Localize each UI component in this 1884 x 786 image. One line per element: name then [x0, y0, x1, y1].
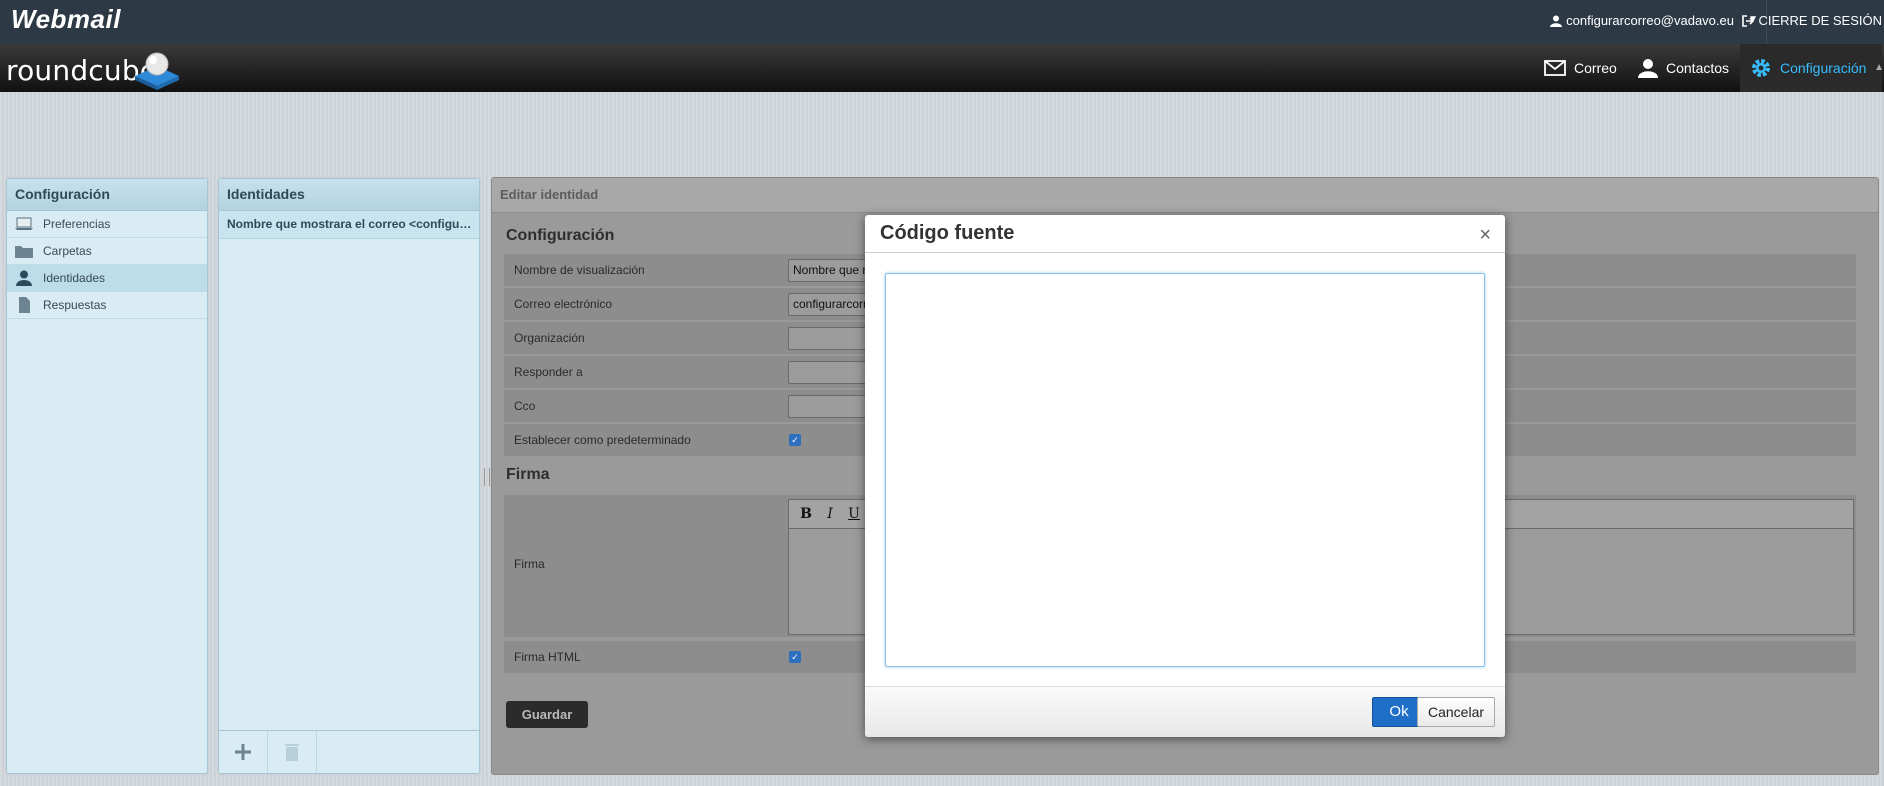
identities-panel-title: Identidades — [219, 179, 479, 211]
nav-settings-label: Configuración — [1780, 60, 1867, 76]
logout-label: CIERRE DE SESIÓN — [1758, 13, 1882, 28]
settings-item-label: Respuestas — [43, 298, 107, 312]
nav-mail[interactable]: Correo — [1534, 44, 1627, 92]
trash-icon — [285, 744, 299, 761]
identities-panel: Identidades Nombre que mostrara el corre… — [218, 178, 480, 774]
settings-panel: Configuración Preferencias Carpetas Iden… — [6, 178, 208, 774]
settings-item-folders[interactable]: Carpetas — [7, 238, 207, 265]
nav-contacts[interactable]: Contactos — [1628, 44, 1739, 92]
brand-logo: Webmail — [11, 4, 121, 34]
user-icon — [1550, 15, 1563, 27]
person-icon — [1638, 59, 1658, 78]
source-code-dialog: Código fuente × Ok Cancelar — [865, 215, 1505, 737]
nav-contacts-label: Contactos — [1666, 60, 1730, 76]
plus-icon — [235, 744, 251, 760]
settings-item-preferences[interactable]: Preferencias — [7, 211, 207, 238]
settings-item-label: Carpetas — [43, 244, 92, 258]
save-button[interactable]: Guardar — [506, 701, 588, 728]
main-navigation: roundcube Correo Contactos Configuración… — [0, 44, 1884, 92]
display-name-label: Nombre de visualización — [514, 263, 645, 277]
gear-icon — [1752, 59, 1770, 77]
user-email-text: configurarcorreo@vadavo.eu — [1566, 13, 1734, 28]
dialog-header: Código fuente × — [865, 215, 1505, 253]
person-icon — [16, 270, 32, 286]
default-checkbox[interactable]: ✓ — [789, 434, 801, 446]
email-label: Correo electrónico — [514, 297, 613, 311]
italic-button[interactable]: I — [819, 504, 841, 524]
html-signature-label: Firma HTML — [514, 650, 581, 664]
nav-collapse-icon[interactable]: ▲ — [1874, 62, 1884, 73]
logout-button[interactable]: CIERRE DE SESIÓN — [1742, 13, 1882, 28]
roundcube-cube-icon — [135, 52, 179, 90]
settings-item-responses[interactable]: Respuestas — [7, 292, 207, 319]
cancel-button[interactable]: Cancelar — [1417, 697, 1495, 727]
section-signature-title: Firma — [506, 466, 550, 483]
html-signature-checkbox[interactable]: ✓ — [789, 651, 801, 663]
settings-item-label: Identidades — [43, 271, 106, 285]
close-icon[interactable]: × — [1479, 224, 1491, 247]
organization-label: Organización — [514, 331, 585, 345]
source-code-textarea[interactable] — [885, 273, 1485, 667]
panel-splitter[interactable] — [484, 468, 490, 486]
nav-mail-label: Correo — [1574, 60, 1617, 76]
settings-panel-title: Configuración — [7, 179, 207, 211]
nav-settings[interactable]: Configuración — [1740, 44, 1882, 92]
bold-button[interactable]: B — [795, 504, 817, 524]
logout-icon — [1742, 14, 1755, 27]
top-bar: Webmail configurarcorreo@vadavo.eu ▼ CIE… — [0, 0, 1884, 44]
default-label: Establecer como predeterminado — [514, 433, 691, 447]
bcc-label: Cco — [514, 399, 536, 413]
folder-icon — [15, 246, 33, 258]
laptop-icon — [15, 217, 33, 230]
reply-to-label: Responder a — [514, 365, 583, 379]
delete-identity-button[interactable] — [268, 731, 317, 773]
dialog-title: Código fuente — [880, 222, 1015, 244]
settings-item-identities[interactable]: Identidades — [7, 265, 207, 292]
signature-label: Firma — [514, 557, 545, 571]
edit-identity-title: Editar identidad — [492, 178, 1878, 213]
document-icon — [19, 297, 30, 313]
dialog-footer: Ok Cancelar — [865, 686, 1505, 737]
identity-list-item[interactable]: Nombre que mostrara el correo <configura… — [219, 211, 479, 239]
add-identity-button[interactable] — [219, 731, 268, 773]
user-account[interactable]: configurarcorreo@vadavo.eu — [1550, 13, 1734, 28]
identities-footer — [219, 730, 479, 773]
underline-button[interactable]: U — [843, 504, 865, 524]
settings-item-label: Preferencias — [43, 217, 111, 231]
envelope-icon — [1544, 60, 1566, 76]
section-config-title: Configuración — [506, 227, 615, 244]
